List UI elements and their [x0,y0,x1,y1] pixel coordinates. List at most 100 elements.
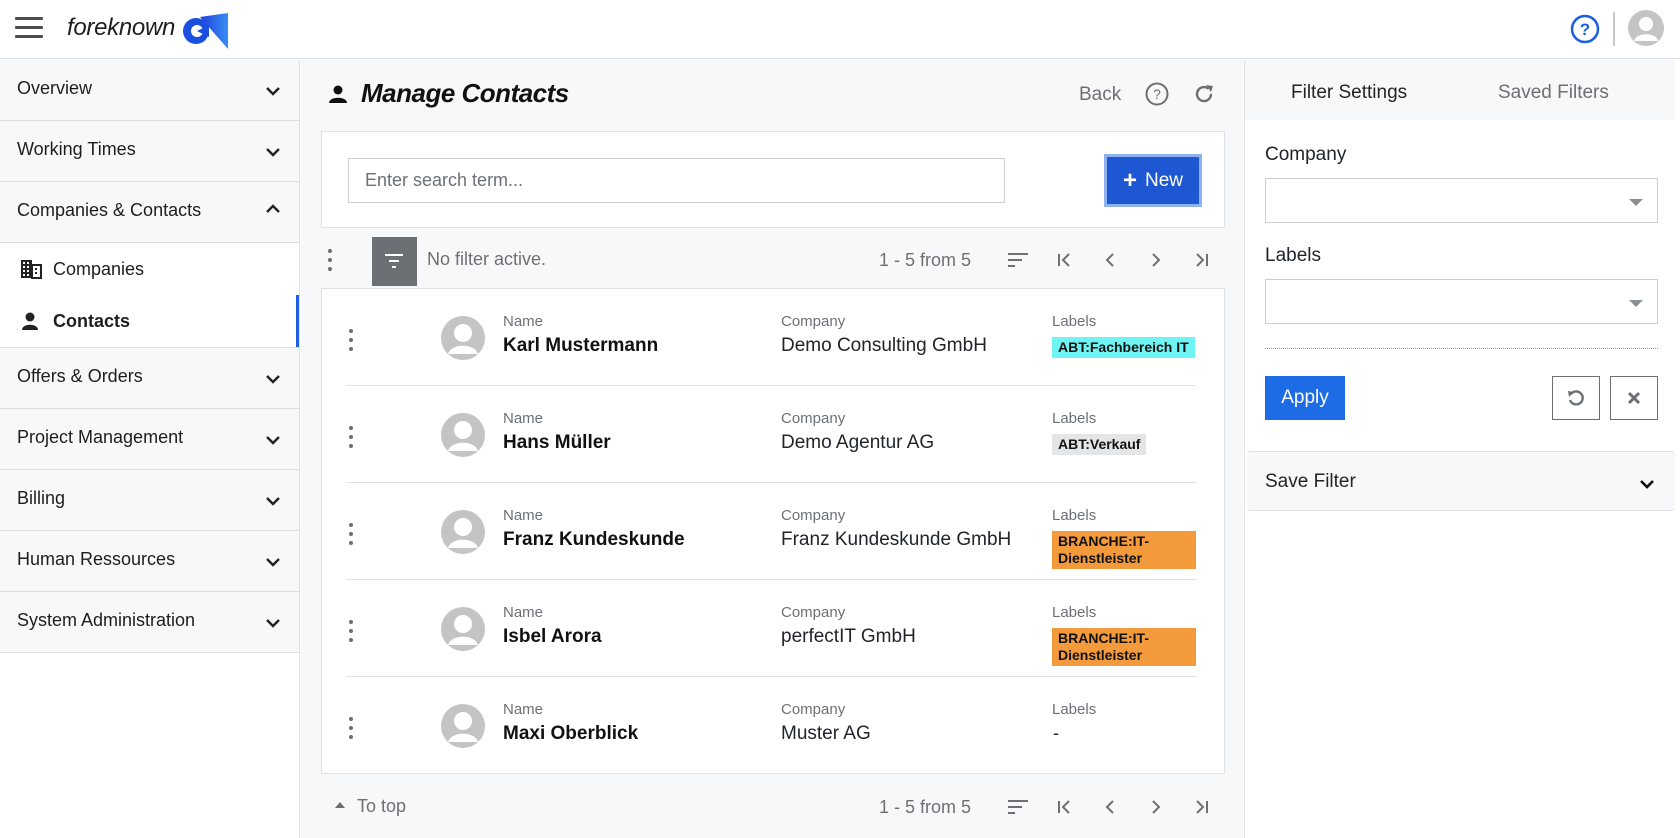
to-top-link[interactable]: To top [335,796,406,817]
next-page-button[interactable] [1133,246,1179,274]
close-filter-button[interactable] [1610,376,1658,420]
sort-button[interactable] [995,246,1041,274]
labels-column-label: Labels [1052,410,1097,427]
more-options-icon[interactable] [348,426,354,448]
brand-logo-icon [183,13,228,49]
contact-row[interactable]: Name Hans Müller Company Demo Agentur AG… [346,386,1196,483]
more-options-icon[interactable] [327,249,333,271]
contact-name[interactable]: Karl Mustermann [503,335,658,357]
save-filter-label: Save Filter [1265,471,1356,492]
labels-column-label: Labels [1052,701,1097,718]
more-options-icon[interactable] [348,329,354,351]
contact-company: Demo Consulting GmbH [781,335,987,356]
first-page-icon [1058,800,1070,814]
contact-company: perfectIT GmbH [781,626,916,647]
first-page-button[interactable] [1041,793,1087,821]
filter-toggle-button[interactable] [372,237,417,286]
contact-company: Franz Kundeskunde GmbH [781,529,1012,550]
hamburger-menu-icon[interactable] [15,17,43,39]
svg-text:?: ? [1153,86,1161,102]
chevron-down-icon [266,558,280,567]
new-contact-button[interactable]: + New [1104,154,1202,207]
pagination-count: 1 - 5 from 5 [878,796,971,817]
help-icon[interactable]: ? [1144,81,1170,107]
sidebar-group-billing[interactable]: Billing [0,470,299,531]
pagination: 1 - 5 from 5 [879,246,1225,274]
contact-row[interactable]: Name Franz Kundeskunde Company Franz Kun… [346,483,1196,580]
reset-filter-button[interactable] [1552,376,1600,420]
company-filter-label: Company [1265,144,1347,165]
label-badge: ABT:Verkauf [1052,434,1147,455]
first-page-button[interactable] [1041,246,1087,274]
avatar-icon [441,316,485,360]
name-column-label: Name [503,604,544,621]
contacts-list: Name Karl Mustermann Company Demo Consul… [321,288,1225,774]
sidebar-group-working-times[interactable]: Working Times [0,121,299,182]
company-column-label: Company [781,604,846,621]
contact-row[interactable]: Name Karl Mustermann Company Demo Consul… [346,289,1196,386]
list-toolbar: No filter active. 1 - 5 from 5 [321,232,1225,287]
sidebar-group-system-administration[interactable]: System Administration [0,592,299,653]
sort-icon [1008,253,1028,267]
tab-filter-settings[interactable]: Filter Settings [1291,82,1407,104]
last-page-button[interactable] [1179,246,1225,274]
more-options-icon[interactable] [348,620,354,642]
contact-name[interactable]: Franz Kundeskunde [503,529,685,551]
contact-row[interactable]: Name Maxi Oberblick Company Muster AG La… [346,677,1196,774]
company-column-label: Company [781,701,846,718]
company-column-label: Company [781,410,846,427]
sidebar-group-offers-orders[interactable]: Offers & Orders [0,348,299,409]
next-page-button[interactable] [1133,793,1179,821]
company-column-label: Company [781,507,846,524]
name-column-label: Name [503,410,544,427]
apply-filter-button[interactable]: Apply [1265,376,1345,420]
tab-saved-filters[interactable]: Saved Filters [1498,82,1609,104]
last-page-icon [1196,800,1208,814]
sidebar-item-contacts[interactable]: Contacts [0,295,299,347]
more-options-icon[interactable] [348,717,354,739]
caret-down-icon [1629,300,1643,307]
chevron-left-icon [1105,253,1114,267]
help-icon[interactable]: ? [1570,14,1600,44]
back-link[interactable]: Back [1079,84,1121,106]
first-page-icon [1058,253,1070,267]
contact-row[interactable]: Name Isbel Arora Company perfectIT GmbH … [346,580,1196,677]
sidebar-group-human-ressources[interactable]: Human Ressources [0,531,299,592]
labels-column-label: Labels [1052,313,1097,330]
labels-empty: - [1053,723,1059,743]
sort-button[interactable] [995,793,1041,821]
company-filter-select[interactable] [1265,178,1658,223]
save-filter-accordion[interactable]: Save Filter [1247,451,1675,511]
svg-text:?: ? [1580,20,1590,39]
search-input[interactable] [348,158,1005,203]
divider [1613,12,1615,46]
refresh-icon[interactable] [1192,82,1216,106]
sidebar-group-label: Project Management [17,427,184,447]
avatar-icon [441,413,485,457]
filter-panel: Filter Settings Saved Filters Company La… [1244,60,1680,838]
chevron-down-icon [266,436,280,445]
sidebar-group-overview[interactable]: Overview [0,60,299,121]
sidebar-item-companies[interactable]: Companies [0,243,299,295]
sidebar: Overview Working Times Companies & Conta… [0,60,300,838]
user-avatar-icon[interactable] [1628,10,1664,46]
chevron-right-icon [1152,800,1161,814]
sidebar-group-label: Working Times [17,139,136,159]
previous-page-button[interactable] [1087,246,1133,274]
sidebar-group-project-management[interactable]: Project Management [0,409,299,470]
chevron-right-icon [1152,253,1161,267]
last-page-button[interactable] [1179,793,1225,821]
new-button-label: New [1145,169,1184,191]
sidebar-group-companies-contacts[interactable]: Companies & Contacts [0,182,299,243]
previous-page-button[interactable] [1087,793,1133,821]
plus-icon: + [1122,166,1137,194]
label-badge: BRANCHE:IT-Dienstleister [1052,628,1196,666]
more-options-icon[interactable] [348,523,354,545]
contact-name[interactable]: Isbel Arora [503,626,602,648]
labels-filter-select[interactable] [1265,279,1658,324]
labels-filter-label: Labels [1265,245,1321,266]
contact-name[interactable]: Hans Müller [503,432,611,454]
chevron-down-icon [1640,480,1654,489]
contact-name[interactable]: Maxi Oberblick [503,723,638,745]
chevron-down-icon [266,375,280,384]
